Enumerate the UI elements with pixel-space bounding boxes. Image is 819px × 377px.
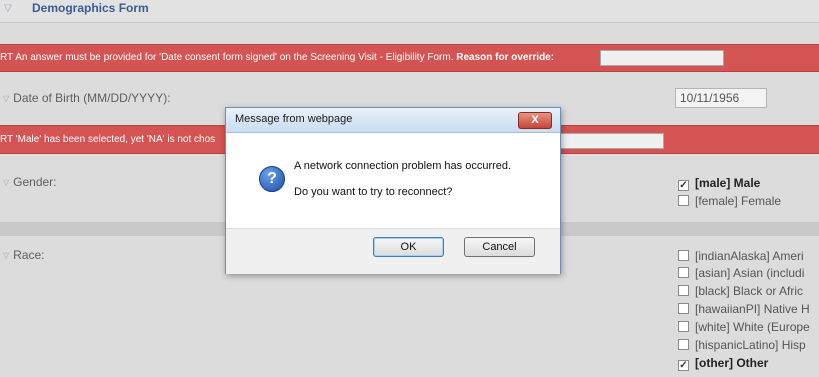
ok-button[interactable]: OK <box>373 237 444 257</box>
message-dialog: Message from webpage X ? A network conne… <box>225 107 561 274</box>
collapse-triangle-icon[interactable]: ▽ <box>4 3 12 14</box>
override-reason-input[interactable] <box>600 50 724 66</box>
cancel-button[interactable]: Cancel <box>464 237 535 257</box>
checkbox-checked-icon[interactable]: ✓ <box>678 180 689 191</box>
race-option-hawaiianpi[interactable]: [hawaiianPI] Native H <box>678 302 810 316</box>
race-option-asian[interactable]: [asian] Asian (includi <box>678 266 804 280</box>
checkbox-icon[interactable] <box>678 250 689 261</box>
collapse-triangle-icon: ▽ <box>3 94 10 103</box>
checkbox-icon[interactable] <box>678 339 689 350</box>
close-icon[interactable]: X <box>518 112 552 129</box>
dob-label: ▽ Date of Birth (MM/DD/YYYY): <box>3 91 171 105</box>
race-option-other[interactable]: ✓ [other] Other <box>678 356 768 371</box>
checkbox-icon[interactable] <box>678 195 689 206</box>
collapse-triangle-icon: ▽ <box>3 251 10 260</box>
collapse-triangle-icon: ▽ <box>3 178 10 187</box>
race-option-indianalaska[interactable]: [indianAlaska] Ameri <box>678 249 804 263</box>
dialog-titlebar[interactable]: Message from webpage X <box>226 108 560 133</box>
dob-input[interactable]: 10/11/1956 <box>675 88 767 108</box>
form-header: ▽ Demographics Form <box>0 0 819 23</box>
gender-label: ▽ Gender: <box>3 175 57 189</box>
race-option-black[interactable]: [black] Black or Afric <box>678 284 803 298</box>
checkbox-icon[interactable] <box>678 285 689 296</box>
checkbox-icon[interactable] <box>678 267 689 278</box>
checkbox-checked-icon[interactable]: ✓ <box>678 360 689 371</box>
race-label: ▽ Race: <box>3 248 45 262</box>
dialog-title: Message from webpage <box>235 113 353 125</box>
alert-text: RT 'Male' has been selected, yet 'NA' is… <box>0 134 216 145</box>
dialog-footer: OK Cancel <box>226 228 560 274</box>
override-reason-input[interactable] <box>552 133 664 149</box>
dialog-question: Do you want to try to reconnect? <box>294 186 453 198</box>
form-title: Demographics Form <box>32 1 149 15</box>
race-option-hispaniclatino[interactable]: [hispanicLatino] Hisp <box>678 338 806 352</box>
gender-option-female[interactable]: [female] Female <box>678 194 781 208</box>
race-option-white[interactable]: [white] White (Europe <box>678 320 810 334</box>
dialog-message: A network connection problem has occurre… <box>294 160 512 172</box>
override-alert-consent: RT An answer must be provided for 'Date … <box>0 44 819 72</box>
gender-option-male[interactable]: ✓ [male] Male <box>678 176 760 191</box>
alert-text: RT An answer must be provided for 'Date … <box>0 52 555 63</box>
checkbox-icon[interactable] <box>678 321 689 332</box>
checkbox-icon[interactable] <box>678 303 689 314</box>
question-icon: ? <box>259 166 285 192</box>
